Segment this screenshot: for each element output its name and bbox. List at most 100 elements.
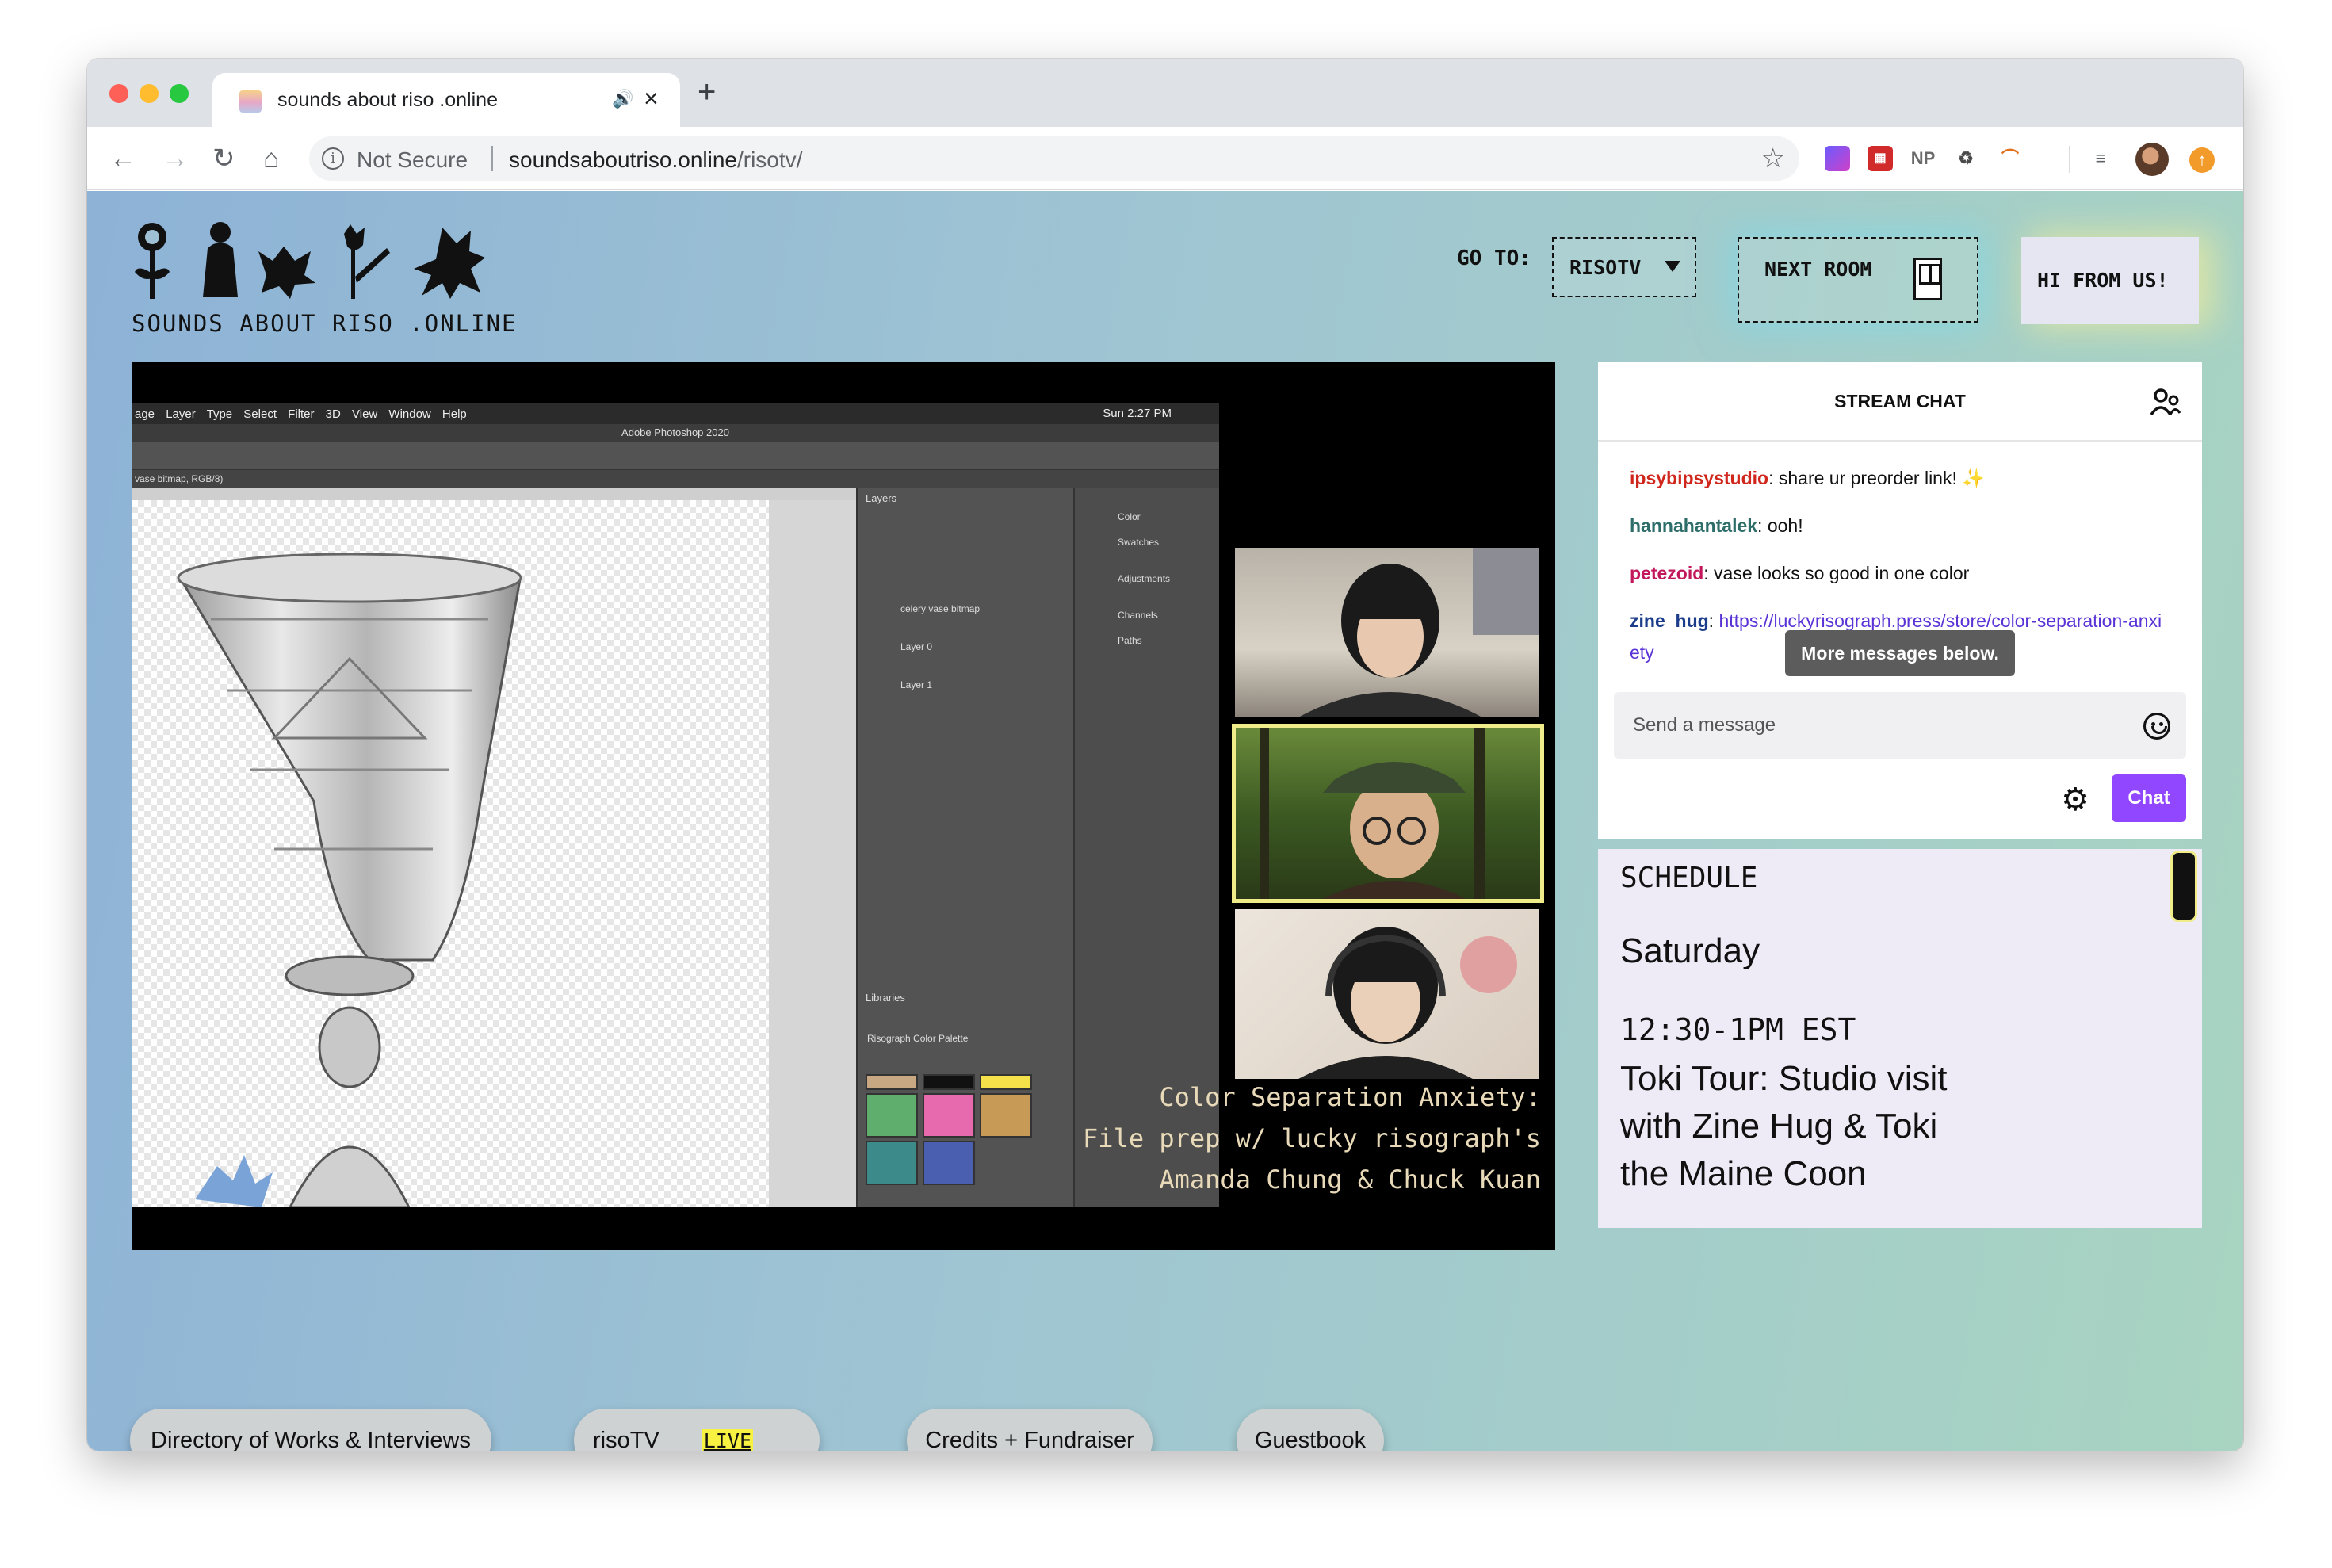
ps-panel-name: Color — [1118, 511, 1141, 522]
browser-window: sounds about riso .online 🔊 × + ← → ↻ ⌂ … — [87, 59, 2243, 1451]
room-select-dropdown[interactable]: RISOTV — [1552, 237, 1696, 297]
audio-playing-icon[interactable]: 🔊 — [612, 89, 633, 109]
swatch — [923, 1141, 975, 1185]
stream-chat-panel: STREAM CHAT ipsybipsystudio: share ur pr… — [1598, 362, 2202, 839]
nav-risotv-button[interactable]: risoTV LIVE — [574, 1409, 820, 1451]
bookmark-star-icon[interactable]: ☆ — [1761, 143, 1785, 174]
site-name[interactable]: SOUNDS ABOUT RISO .ONLINE — [132, 310, 518, 337]
swatch — [866, 1074, 918, 1090]
page-content: SOUNDS ABOUT RISO .ONLINE GO TO: RISOTV … — [87, 191, 2243, 1451]
video-player[interactable]: age Layer Type Select Filter 3D View Win… — [132, 362, 1555, 1250]
video-title-line: Color Separation Anxiety: — [1159, 1082, 1541, 1112]
update-icon[interactable]: ↑ — [2189, 147, 2215, 173]
profile-avatar[interactable] — [2135, 143, 2169, 176]
address-bar[interactable]: i Not Secure soundsaboutriso.online/riso… — [309, 136, 1799, 181]
rainbow-extension-icon[interactable]: ⌒ — [1997, 146, 2023, 171]
chat-title: STREAM CHAT — [1834, 391, 1966, 411]
new-tab-button[interactable]: + — [698, 76, 716, 108]
screen-share-photoshop: age Layer Type Select Filter 3D View Win… — [132, 403, 1219, 1207]
emoji-smiley-icon[interactable] — [2143, 713, 2170, 740]
chat-username[interactable]: petezoid — [1630, 563, 1703, 583]
schedule-time: 12:30-1PM EST — [1620, 1012, 1856, 1047]
scrollbar-thumb[interactable] — [2170, 851, 2197, 922]
reload-icon[interactable]: ↻ — [212, 143, 235, 174]
nav-guestbook-button[interactable]: Guestbook — [1237, 1409, 1384, 1451]
gear-icon[interactable]: ⚙ — [2059, 784, 2091, 816]
chat-username[interactable]: zine_hug — [1630, 610, 1709, 631]
ps-clock: Sun 2:27 PM — [1103, 407, 1172, 420]
schedule-day: Saturday — [1620, 931, 1760, 970]
ps-layers-title: Layers — [866, 492, 897, 504]
ps-libraries-title: Libraries — [866, 992, 905, 1004]
back-icon[interactable]: ← — [109, 143, 136, 174]
nav-credits-button[interactable]: Credits + Fundraiser — [907, 1409, 1153, 1451]
chat-username[interactable]: ipsybipsystudio — [1630, 468, 1768, 488]
chat-text: : — [1708, 610, 1719, 631]
schedule-event: Toki Tour: Studio visit with Zine Hug & … — [1620, 1059, 1948, 1193]
red-extension-icon[interactable]: ▦ — [1868, 146, 1893, 171]
swatch — [866, 1093, 918, 1138]
ps-doc-info: vase bitmap, RGB/8) — [132, 470, 1219, 488]
ps-menubar: age Layer Type Select Filter 3D View Win… — [132, 403, 1219, 424]
ps-palette-name: Risograph Color Palette — [867, 1033, 969, 1044]
chat-username[interactable]: hannahantalek — [1630, 515, 1757, 536]
media-queue-icon[interactable]: ≡ — [2088, 146, 2113, 171]
chat-message-input[interactable] — [1614, 692, 2121, 759]
webcam-tile — [1235, 909, 1539, 1079]
chat-send-button[interactable]: Chat — [2112, 774, 2186, 822]
person-video — [1298, 927, 1517, 1079]
more-messages-button[interactable]: More messages below. — [1785, 630, 2015, 676]
goto-label: GO TO: — [1457, 247, 1531, 270]
close-window-button[interactable] — [109, 84, 128, 103]
ps-panel-name: Channels — [1118, 610, 1158, 621]
recycle-extension-icon[interactable]: ♻ — [1953, 146, 1978, 171]
url-text[interactable]: soundsaboutriso.online/risotv/ — [509, 147, 802, 173]
favicon-icon — [239, 90, 262, 113]
chat-message: hannahantalek: ooh! — [1630, 510, 2169, 541]
door-icon — [1913, 258, 1942, 300]
swatch — [980, 1074, 1032, 1090]
ps-layers-panel: Layers celery vase bitmap Layer 0 Layer … — [856, 488, 1073, 1207]
ps-layer-name: celery vase bitmap — [900, 603, 981, 614]
chat-message: petezoid: vase looks so good in one colo… — [1630, 557, 2169, 589]
forward-icon[interactable]: → — [162, 143, 189, 174]
blue-bird-shape — [195, 1155, 273, 1207]
chevron-down-icon — [1665, 261, 1680, 272]
live-badge: LIVE — [702, 1429, 754, 1451]
browser-tab[interactable]: sounds about riso .online 🔊 × — [212, 73, 680, 127]
next-room-label: NEXT ROOM — [1764, 258, 1872, 281]
webcam-tile — [1235, 548, 1539, 717]
home-icon[interactable]: ⌂ — [263, 143, 280, 174]
ps-title: Adobe Photoshop 2020 — [132, 424, 1219, 442]
ps-panel-name: Paths — [1118, 635, 1142, 646]
video-title-line: Amanda Chung & Chuck Kuan — [1159, 1165, 1541, 1195]
schedule-panel: SCHEDULE Saturday 12:30-1PM EST Toki Tou… — [1598, 849, 2202, 1228]
puzzle-extension-icon[interactable] — [1825, 146, 1850, 171]
nav-directory-button[interactable]: Directory of Works & Interviews — [130, 1409, 491, 1451]
chat-header: STREAM CHAT — [1598, 362, 2202, 442]
info-icon[interactable]: i — [322, 147, 344, 170]
riso-logo-icon[interactable] — [132, 220, 536, 307]
community-users-icon[interactable] — [2150, 386, 2181, 418]
chat-input-box[interactable] — [1614, 692, 2186, 759]
hi-from-us-button[interactable]: HI FROM US! — [2021, 237, 2199, 324]
vase-image — [177, 553, 522, 1207]
url-path: /risotv/ — [736, 147, 803, 172]
security-label: Not Secure — [357, 147, 468, 172]
swatch — [923, 1074, 975, 1090]
person-video — [1298, 548, 1539, 717]
person-video — [1260, 728, 1485, 899]
ps-canvas — [132, 500, 769, 1207]
zoom-window-button[interactable] — [170, 84, 189, 103]
np-extension-icon[interactable]: NP — [1910, 146, 1936, 171]
chat-text: : share ur preorder link! ✨ — [1768, 468, 1985, 488]
url-host: soundsaboutriso.online — [509, 147, 737, 172]
ps-options-bar — [132, 442, 1219, 470]
close-tab-icon[interactable]: × — [644, 84, 659, 113]
divider — [491, 146, 493, 171]
chat-text: : ooh! — [1757, 515, 1803, 536]
minimize-window-button[interactable] — [140, 84, 159, 103]
swatch — [866, 1141, 918, 1185]
next-room-button[interactable]: NEXT ROOM — [1738, 237, 1978, 323]
chat-text: : vase looks so good in one color — [1703, 563, 1970, 583]
